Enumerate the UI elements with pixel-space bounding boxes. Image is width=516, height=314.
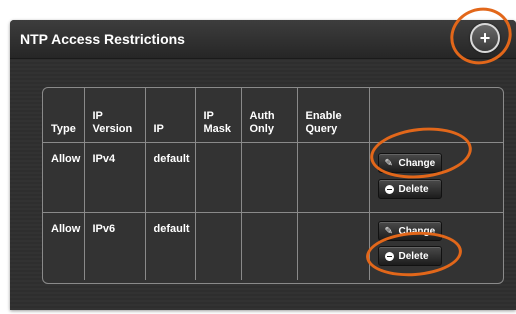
delete-label: Delete — [398, 250, 429, 262]
cell-actions: ✎ Change Delete — [369, 212, 503, 280]
table-row: Allow IPv6 default ✎ Change Delete — [43, 212, 503, 280]
panel-header: NTP Access Restrictions + — [10, 20, 516, 59]
column-header-ip-mask: IP Mask — [195, 88, 242, 143]
column-header-auth-only: Auth Only — [241, 88, 298, 143]
cell-ip-mask — [195, 142, 242, 213]
column-header-actions — [369, 88, 503, 143]
pencil-icon: ✎ — [384, 157, 393, 169]
minus-circle-icon — [384, 184, 394, 194]
add-restriction-button[interactable]: + — [470, 23, 500, 53]
cell-ip-mask — [195, 212, 242, 280]
panel-title: NTP Access Restrictions — [20, 31, 185, 47]
table-header-row: Type IP Version IP IP Mask Auth Only Enable… — [43, 88, 503, 143]
cell-ip-version: IPv4 — [84, 142, 146, 213]
column-header-ip: IP — [145, 88, 196, 143]
column-header-ip-version: IP Version — [84, 88, 146, 143]
delete-button[interactable]: Delete — [377, 245, 442, 266]
table-row: Allow IPv4 default ✎ Change Delete — [43, 142, 503, 213]
pencil-icon: ✎ — [384, 225, 393, 237]
cell-actions: ✎ Change Delete — [369, 142, 503, 213]
cell-ip: default — [145, 142, 196, 213]
cell-ip-version: IPv6 — [84, 212, 146, 280]
delete-label: Delete — [398, 183, 429, 195]
cell-type: Allow — [43, 212, 85, 280]
change-label: Change — [398, 157, 436, 169]
cell-auth-only — [241, 212, 298, 280]
cell-enable-query — [297, 142, 370, 213]
delete-button[interactable]: Delete — [377, 178, 442, 199]
cell-enable-query — [297, 212, 370, 280]
cell-ip: default — [145, 212, 196, 280]
restrictions-table: Type IP Version IP IP Mask Auth Only Enable… — [42, 87, 504, 284]
change-label: Change — [398, 225, 436, 237]
cell-type: Allow — [43, 142, 85, 213]
ntp-access-panel: NTP Access Restrictions + Type IP Version… — [10, 20, 516, 310]
plus-icon: + — [479, 28, 491, 48]
column-header-type: Type — [43, 88, 85, 143]
column-header-enable-query: Enable Query — [297, 88, 370, 143]
change-button[interactable]: ✎ Change — [377, 152, 442, 173]
minus-circle-icon — [384, 251, 394, 261]
cell-auth-only — [241, 142, 298, 213]
change-button[interactable]: ✎ Change — [377, 220, 442, 241]
